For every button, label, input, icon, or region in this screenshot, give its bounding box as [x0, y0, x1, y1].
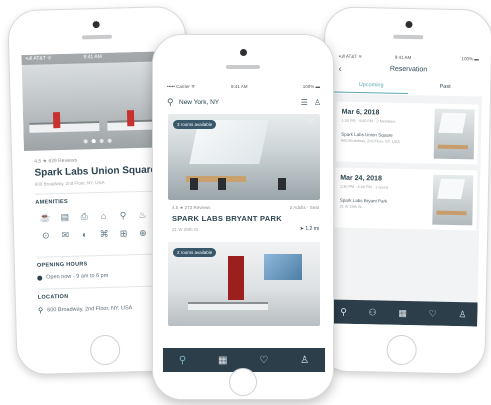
- reservation-screen: •ull AT&T ᯤ 9:41 AM 100% ▬ ‹ Reservation…: [329, 51, 483, 327]
- calendar-icon[interactable]: ▦: [398, 307, 407, 318]
- tab-past[interactable]: Past: [408, 80, 482, 96]
- space-address: 21 W 29th St: [172, 227, 199, 232]
- heart-icon[interactable]: ♡: [429, 308, 437, 319]
- availability-badge: 3 rooms available: [173, 120, 217, 129]
- reservation-location: Spark Labs Bryant Park: [339, 197, 388, 204]
- mail-icon: ✉: [61, 229, 70, 241]
- speaker-grille: [81, 34, 113, 40]
- nav-bar: ‹ Reservation: [334, 62, 482, 79]
- status-time: 9:41 AM: [83, 53, 102, 61]
- reservation-date: Mar 6, 2018: [341, 108, 380, 117]
- status-bar: ••••• Carrier ᯤ 9:41 AM 100% ▬: [167, 84, 320, 89]
- reservation-list: Mar 6, 2018 1:30 PM - 4:00 PM · 2 Member…: [329, 93, 482, 303]
- phone-right: •ull AT&T ᯤ 9:41 AM 100% ▬ ‹ Reservation…: [317, 6, 491, 375]
- map-pin-icon: ⚲: [38, 307, 44, 315]
- locker-icon: ⌂: [100, 210, 107, 222]
- tab-upcoming[interactable]: Upcoming: [334, 78, 409, 95]
- space-card-image[interactable]: 3 rooms available ♡: [168, 114, 320, 200]
- speaker-grille: [226, 65, 260, 69]
- home-button[interactable]: [386, 334, 417, 366]
- search-icon: ⚲: [167, 96, 174, 107]
- reservation-date: Mar 24, 2018: [340, 174, 382, 183]
- printer-icon: ⎙: [80, 211, 88, 222]
- availability-badge: 2 rooms available: [173, 248, 217, 257]
- speaker-grille: [393, 34, 424, 40]
- reservation-location: Spark Labs Union Square: [341, 131, 393, 138]
- calendar-icon[interactable]: ▦: [218, 355, 227, 366]
- phone-booth-icon: ⚲: [119, 210, 127, 221]
- carousel-dots[interactable]: [83, 138, 112, 144]
- profile-icon[interactable]: ♙: [458, 309, 466, 320]
- favorite-icon[interactable]: ♡: [308, 118, 315, 127]
- space-title: Spark Labs Union Square: [34, 164, 157, 179]
- opening-hours-heading: OPENING HOURS: [36, 261, 88, 269]
- search-icon[interactable]: ⚲: [179, 355, 186, 366]
- security-icon: ◐: [81, 229, 88, 240]
- search-icon[interactable]: ⚲: [340, 306, 347, 317]
- keycard-icon: ⌘: [99, 228, 109, 240]
- divider: [35, 190, 170, 195]
- reservation-time: 1:30 PM - 4:00 PM · 2 Members: [341, 118, 396, 124]
- space-thumbnail: [433, 108, 475, 160]
- space-thumbnail: [432, 174, 474, 226]
- distance: ➤ 1.2 mi: [299, 226, 319, 232]
- search-bar[interactable]: ⚲ New York, NY ☰ ♙: [167, 95, 321, 109]
- front-camera-icon: [405, 20, 413, 29]
- coffee-icon: ☕: [39, 212, 52, 223]
- app-showcase: •ull AT&T ᯤ 9:41 AM 4.5 ★ 629 Reviews Sp…: [0, 0, 491, 405]
- wifi-icon: ⊙: [41, 230, 50, 241]
- profile-icon[interactable]: ♙: [300, 355, 309, 366]
- page-title: Reservation: [389, 65, 428, 74]
- location-row[interactable]: ⚲ 600 Broadway, 2nd Floor, NY, USA: [38, 304, 132, 314]
- document-icon: ▤: [60, 211, 70, 223]
- search-input[interactable]: New York, NY: [179, 99, 295, 106]
- front-camera-icon: [240, 49, 247, 56]
- tab-bar: ⚲ ⚇ ▦ ♡ ♙: [329, 299, 478, 327]
- clock-icon: [37, 275, 43, 281]
- rating: 4.5 ★ 629 Reviews: [34, 157, 78, 165]
- space-card-image[interactable]: 2 rooms available: [168, 242, 320, 326]
- location-heading: LOCATION: [37, 293, 69, 301]
- shower-icon: ♨: [138, 209, 147, 221]
- reservation-card[interactable]: Mar 6, 2018 1:30 PM - 4:00 PM · 2 Member…: [335, 101, 479, 165]
- front-camera-icon: [92, 20, 100, 29]
- location-icon[interactable]: ⚇: [368, 307, 377, 318]
- reservation-address: 21 W 29th St: [339, 204, 362, 210]
- heart-icon[interactable]: ♡: [259, 355, 268, 366]
- first-aid-icon: ⊕: [139, 227, 147, 239]
- home-button[interactable]: [229, 368, 257, 396]
- home-button[interactable]: [89, 334, 121, 366]
- reservation-time: 1:30 PM - 4:00 PM · 1 Guest: [340, 184, 389, 190]
- meeting-room-icon: ⊞: [119, 228, 128, 239]
- space-name[interactable]: SPARK LABS BRYANT PARK: [172, 214, 282, 223]
- space-address: 600 Broadway, 2nd Floor, NY, USA: [34, 179, 105, 187]
- amenities-heading: AMENITIES: [35, 198, 69, 206]
- reservation-address: 600 Broadway, 2nd Floor, NY, USA: [340, 138, 400, 144]
- phone-center: ••••• Carrier ᯤ 9:41 AM 100% ▬ ⚲ New Yor…: [152, 34, 334, 400]
- search-results-screen: ••••• Carrier ᯤ 9:41 AM 100% ▬ ⚲ New Yor…: [163, 82, 325, 372]
- filter-icon[interactable]: ☰: [301, 98, 308, 107]
- capacity: 2 Adults · Seat: [289, 205, 319, 210]
- reservation-card[interactable]: Mar 24, 2018 1:30 PM - 4:00 PM · 1 Guest…: [334, 167, 478, 231]
- opening-hours: Open now - 9 am to 6 pm: [37, 273, 108, 281]
- user-icon[interactable]: ♙: [314, 98, 321, 107]
- status-carrier: •ull AT&T ᯤ: [25, 55, 52, 62]
- rating: 4.5 ★ 273 Reviews: [172, 205, 211, 210]
